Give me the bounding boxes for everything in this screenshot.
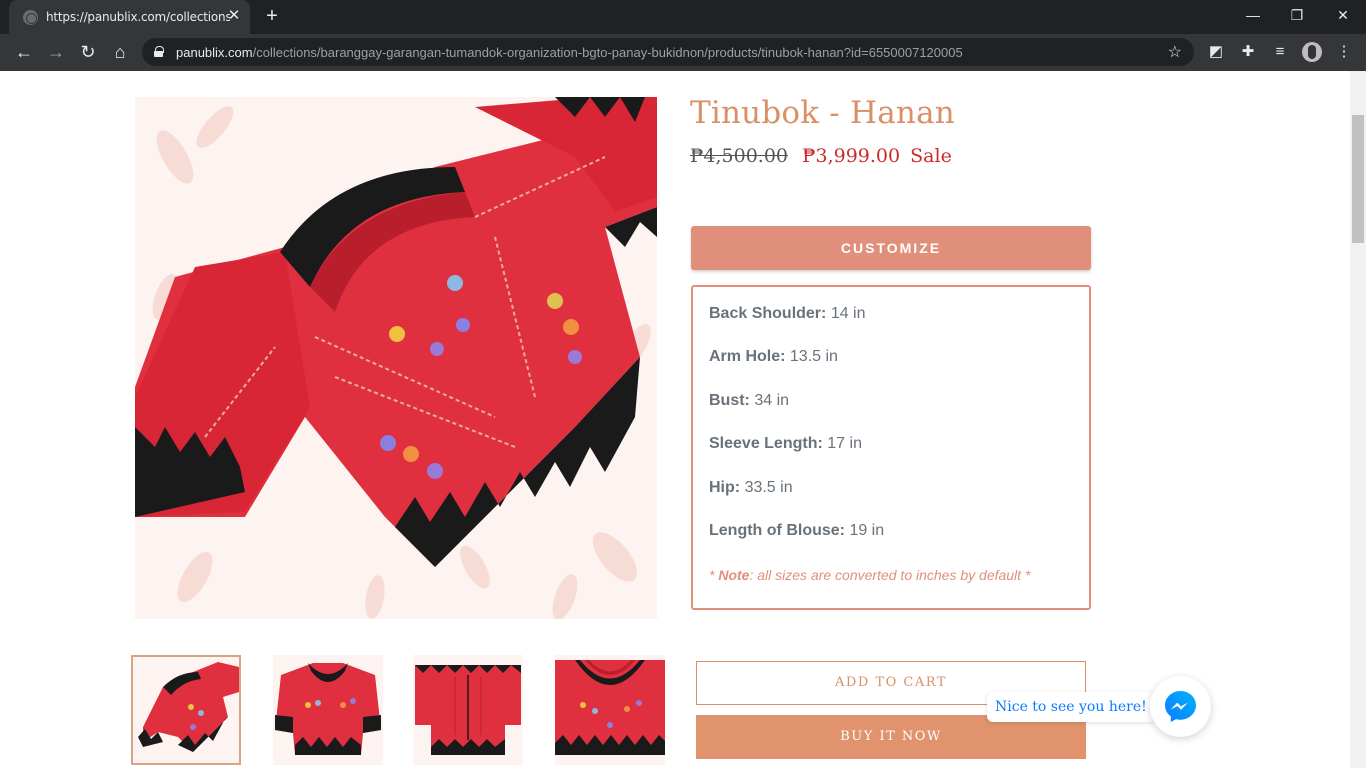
profile-avatar[interactable] (1302, 42, 1322, 62)
measurement-row: Length of Blouse: 19 in (709, 522, 884, 540)
extension-icon[interactable]: ◩ (1206, 42, 1226, 62)
back-button[interactable]: ← (12, 40, 36, 64)
menu-kebab-icon[interactable]: ⋮ (1334, 42, 1354, 62)
measurement-row: Back Shoulder: 14 in (709, 305, 866, 323)
forward-button[interactable]: → (44, 40, 68, 64)
thumbnail-image (555, 660, 665, 755)
measurement-label: Length of Blouse: (709, 522, 845, 539)
measurement-value: 17 in (827, 435, 862, 452)
url-host: panublix.com (176, 45, 253, 60)
close-tab-icon[interactable]: ✕ (226, 8, 242, 24)
url-path: /collections/baranggay-garangan-tumandok… (252, 45, 963, 60)
measurement-value: 13.5 in (789, 348, 838, 365)
thumbnail-3[interactable] (413, 655, 523, 765)
measurement-label: Sleeve Length: (709, 435, 823, 452)
lock-icon[interactable] (154, 46, 164, 57)
measurement-row: Sleeve Length: 17 in (709, 435, 862, 453)
new-tab-button[interactable]: + (262, 6, 282, 26)
note-bold: Note (718, 567, 750, 583)
blouse-illustration (135, 97, 657, 619)
scrollbar-thumb[interactable] (1352, 115, 1364, 243)
url-text[interactable]: panublix.com/collections/baranggay-garan… (176, 45, 963, 60)
note-prefix: * (709, 567, 719, 583)
measurements-box: Back Shoulder: 14 in Arm Hole: 13.5 in B… (691, 285, 1091, 610)
page-scrollbar[interactable] (1350, 71, 1366, 768)
close-window-button[interactable]: ✕ (1328, 4, 1358, 26)
minimize-button[interactable]: — (1238, 4, 1268, 26)
measurement-row: Hip: 33.5 in (709, 479, 793, 497)
measurement-value: 33.5 in (744, 479, 793, 496)
browser-toolbar: ← → ↻ ⌂ panublix.com/collections/barangg… (0, 34, 1366, 71)
media-queue-icon[interactable]: ≡ (1270, 42, 1290, 62)
thumbnail-1[interactable] (131, 655, 241, 765)
reload-button[interactable]: ↻ (76, 40, 100, 64)
address-bar[interactable]: panublix.com/collections/baranggay-garan… (142, 38, 1194, 66)
measurement-label: Back Shoulder: (709, 305, 827, 322)
measurement-value: 34 in (754, 392, 790, 409)
note-text: : all sizes are converted to inches by d… (749, 567, 1031, 583)
measurement-value: 14 in (830, 305, 866, 322)
measurement-label: Hip: (709, 479, 741, 496)
measurement-row: Arm Hole: 13.5 in (709, 348, 838, 366)
product-title: Tinubok - Hanan (690, 95, 955, 131)
sale-label: Sale (910, 145, 952, 167)
restore-button[interactable]: ❐ (1282, 4, 1312, 26)
customize-button[interactable]: CUSTOMIZE (691, 226, 1091, 270)
measurement-label: Arm Hole: (709, 348, 786, 365)
messenger-icon (1165, 691, 1196, 722)
messenger-chat-button[interactable] (1150, 676, 1211, 737)
tab-title: https://panublix.com/collections/ (46, 10, 230, 24)
measurement-value: 19 in (849, 522, 885, 539)
thumbnail-4[interactable] (555, 655, 665, 765)
thumbnail-image (415, 665, 521, 755)
product-page: Tinubok - Hanan ₱4,500.00 ₱3,999.00 Sale… (0, 71, 1350, 768)
browser-tab-bar: https://panublix.com/collections/ ✕ + — … (0, 0, 1366, 34)
home-button[interactable]: ⌂ (108, 40, 132, 64)
product-main-image[interactable] (135, 97, 657, 619)
thumbnail-image (138, 662, 239, 752)
thumbnail-image (275, 663, 381, 755)
price-row: ₱4,500.00 ₱3,999.00 Sale (690, 145, 952, 167)
sale-price: ₱3,999.00 (802, 145, 901, 167)
measurement-label: Bust: (709, 392, 750, 409)
bookmark-star-icon[interactable]: ☆ (1168, 42, 1182, 62)
puzzle-extensions-icon[interactable]: ✚ (1238, 42, 1258, 62)
original-price: ₱4,500.00 (690, 145, 789, 167)
chat-greeting-bubble[interactable]: Nice to see you here! (987, 692, 1155, 722)
globe-icon (23, 10, 38, 25)
browser-tab[interactable]: https://panublix.com/collections/ ✕ (9, 0, 250, 34)
measurement-row: Bust: 34 in (709, 392, 789, 410)
size-note: * Note: all sizes are converted to inche… (709, 567, 1030, 583)
thumbnail-2[interactable] (273, 655, 383, 765)
